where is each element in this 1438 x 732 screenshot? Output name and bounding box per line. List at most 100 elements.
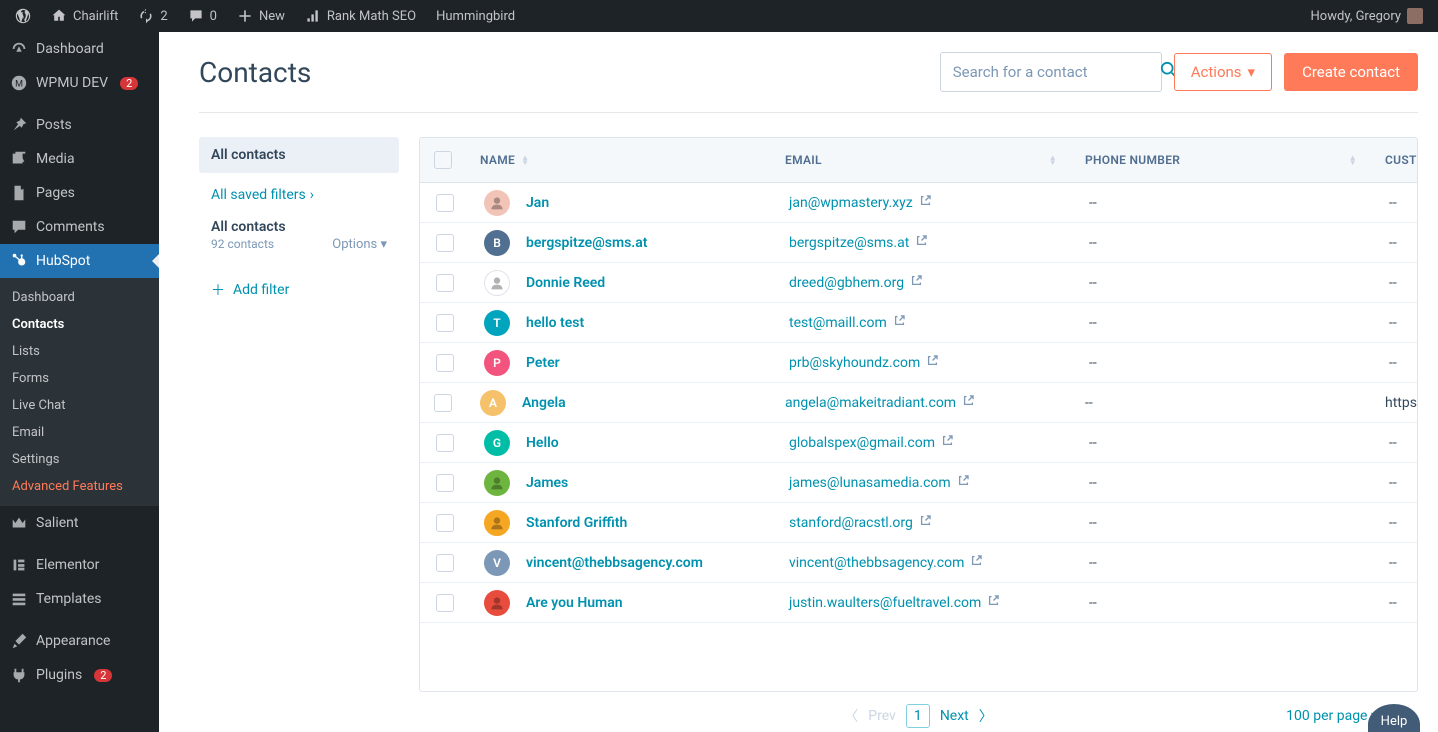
next-button[interactable]: Next: [940, 708, 969, 724]
contact-name-link[interactable]: Are you Human: [526, 595, 623, 611]
contact-name-link[interactable]: Peter: [526, 355, 560, 371]
contact-email-link[interactable]: angela@makeitradiant.com: [785, 394, 975, 411]
site-name: Chairlift: [73, 9, 118, 24]
row-checkbox[interactable]: [436, 514, 454, 532]
submenu-livechat[interactable]: Live Chat: [0, 392, 159, 419]
select-all-checkbox[interactable]: [434, 151, 452, 169]
sidebar-item-templates[interactable]: Templates: [0, 582, 159, 616]
comment-icon: [188, 8, 204, 24]
actions-button[interactable]: Actions ▾: [1174, 53, 1272, 91]
contact-email-link[interactable]: bergspitze@sms.at: [789, 234, 928, 251]
next-arrow-icon[interactable]: 〉: [979, 706, 993, 726]
submenu-advanced[interactable]: Advanced Features: [0, 473, 159, 500]
sidebar-item-media[interactable]: Media: [0, 142, 159, 176]
submenu-lists[interactable]: Lists: [0, 338, 159, 365]
sidebar-item-plugins[interactable]: Plugins 2: [0, 658, 159, 692]
prev-button[interactable]: Prev: [868, 708, 896, 724]
all-contacts-tab[interactable]: All contacts: [199, 137, 399, 173]
row-checkbox[interactable]: [436, 234, 454, 252]
contact-email-link[interactable]: test@maill.com: [789, 314, 906, 331]
sidebar-item-pages[interactable]: Pages: [0, 176, 159, 210]
table-row: GHelloglobalspex@gmail.com ----: [420, 423, 1417, 463]
rankmath-menu[interactable]: Rank Math SEO: [298, 0, 423, 32]
wp-logo-menu[interactable]: [8, 0, 38, 32]
row-checkbox[interactable]: [436, 194, 454, 212]
user-menu[interactable]: Howdy, Gregory: [1304, 0, 1430, 32]
contact-name-link[interactable]: vincent@thebbsagency.com: [526, 555, 703, 571]
contact-email-link[interactable]: justin.waulters@fueltravel.com: [789, 594, 1000, 611]
sidebar-label: Salient: [36, 515, 78, 531]
column-phone[interactable]: PHONE NUMBER▲▼: [1071, 153, 1371, 167]
row-checkbox[interactable]: [436, 314, 454, 332]
pin-icon: [10, 116, 28, 134]
contact-email-link[interactable]: vincent@thebbsagency.com: [789, 554, 983, 571]
sidebar-item-hubspot[interactable]: HubSpot: [0, 244, 159, 278]
sidebar-item-comments[interactable]: Comments: [0, 210, 159, 244]
submenu-dashboard[interactable]: Dashboard: [0, 284, 159, 311]
sidebar-item-wpmu[interactable]: M WPMU DEV 2: [0, 66, 159, 100]
row-checkbox[interactable]: [436, 554, 454, 572]
contact-email-link[interactable]: james@lunasamedia.com: [789, 474, 970, 491]
contact-name-link[interactable]: James: [526, 475, 568, 491]
new-menu[interactable]: New: [230, 0, 292, 32]
updates-menu[interactable]: 2: [131, 0, 174, 32]
column-custom[interactable]: CUSTOM: [1371, 153, 1418, 167]
saved-filters-link[interactable]: All saved filters ›: [199, 187, 399, 203]
external-link-icon: [941, 434, 954, 451]
hummingbird-menu[interactable]: Hummingbird: [429, 0, 522, 32]
table-row: Vvincent@thebbsagency.comvincent@thebbsa…: [420, 543, 1417, 583]
refresh-icon: [138, 8, 154, 24]
custom-value: --: [1389, 355, 1397, 371]
phone-value: --: [1089, 435, 1097, 451]
row-checkbox[interactable]: [434, 394, 452, 412]
submenu-forms[interactable]: Forms: [0, 365, 159, 392]
row-checkbox[interactable]: [436, 594, 454, 612]
contact-name-link[interactable]: Jan: [526, 195, 549, 211]
row-checkbox[interactable]: [436, 434, 454, 452]
prev-arrow-icon[interactable]: 〈: [844, 706, 858, 726]
sidebar-label: WPMU DEV: [36, 75, 108, 91]
row-checkbox[interactable]: [436, 354, 454, 372]
contact-name-link[interactable]: hello test: [526, 315, 584, 331]
submenu-contacts[interactable]: Contacts: [0, 311, 159, 338]
table-row: Donnie Reeddreed@gbhem.org ----: [420, 263, 1417, 303]
sidebar-item-posts[interactable]: Posts: [0, 108, 159, 142]
add-filter-button[interactable]: ＋ Add filter: [199, 280, 399, 300]
contact-name-link[interactable]: Angela: [522, 395, 566, 411]
column-name[interactable]: NAME▲▼: [466, 153, 771, 167]
column-email[interactable]: EMAIL▲▼: [771, 153, 1071, 167]
main-area: Contacts Actions ▾ Create contact All co…: [159, 32, 1438, 732]
submenu-settings[interactable]: Settings: [0, 446, 159, 473]
row-checkbox[interactable]: [436, 274, 454, 292]
user-avatar-icon: [1407, 8, 1423, 24]
row-checkbox[interactable]: [436, 474, 454, 492]
sidebar-item-dashboard[interactable]: Dashboard: [0, 32, 159, 66]
per-page-dropdown[interactable]: 100 per page ▾: [1286, 708, 1378, 724]
contact-email-link[interactable]: globalspex@gmail.com: [789, 434, 954, 451]
contact-email-link[interactable]: prb@skyhoundz.com: [789, 354, 939, 371]
contact-name-link[interactable]: Hello: [526, 435, 559, 451]
search-input[interactable]: [953, 63, 1152, 81]
contact-email-link[interactable]: jan@wpmastery.xyz: [789, 194, 932, 211]
contact-email-link[interactable]: dreed@gbhem.org: [789, 274, 923, 291]
contact-name-link[interactable]: Stanford Griffith: [526, 515, 627, 531]
sidebar-item-appearance[interactable]: Appearance: [0, 624, 159, 658]
hubspot-icon: [10, 252, 28, 270]
site-menu[interactable]: Chairlift: [44, 0, 125, 32]
page-number[interactable]: 1: [906, 704, 930, 728]
sort-icon: ▲▼: [1049, 155, 1057, 165]
comments-menu[interactable]: 0: [181, 0, 224, 32]
table-row: PPeterprb@skyhoundz.com ----: [420, 343, 1417, 383]
search-box[interactable]: [940, 52, 1162, 92]
submenu-email[interactable]: Email: [0, 419, 159, 446]
sidebar-item-salient[interactable]: Salient: [0, 506, 159, 540]
contact-name-link[interactable]: bergspitze@sms.at: [526, 235, 648, 251]
custom-value: --: [1389, 435, 1397, 451]
create-contact-button[interactable]: Create contact: [1284, 53, 1418, 91]
rankmath-label: Rank Math SEO: [327, 9, 416, 24]
sidebar-item-elementor[interactable]: Elementor: [0, 548, 159, 582]
options-dropdown[interactable]: Options ▾: [332, 237, 387, 252]
external-link-icon: [919, 514, 932, 531]
contact-name-link[interactable]: Donnie Reed: [526, 275, 605, 291]
contact-email-link[interactable]: stanford@racstl.org: [789, 514, 932, 531]
